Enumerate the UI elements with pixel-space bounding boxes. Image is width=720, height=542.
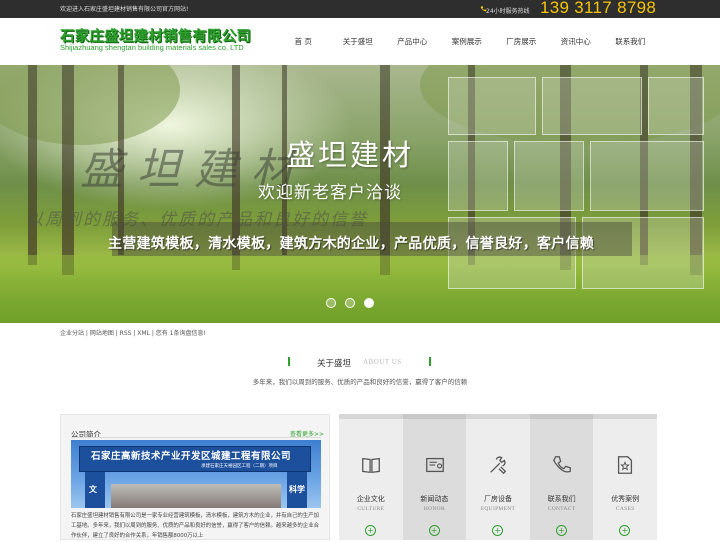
nav-home[interactable]: 首 页	[276, 18, 331, 65]
slider-dot[interactable]	[345, 298, 355, 308]
intro-text: 石家庄盛坦建材销售有限公司是一家专业经营建筑模板，清水模板，建筑方木的企业，并有…	[71, 513, 319, 540]
phone-icon	[552, 456, 571, 473]
feature-label-en: CULTURE	[357, 506, 385, 512]
company-intro: 公司简介 查看更多>> 石家庄高新技术产业开发区城建工程有限公司 承建石家庄天裕…	[60, 414, 330, 540]
column-strip	[339, 414, 403, 419]
main-nav: 首 页 关于盛坦 产品中心 案例展示 厂房展示 资讯中心 联系我们	[276, 18, 658, 65]
image-gate-small: 承建石家庄天裕园区工程（二期）项目	[201, 464, 278, 469]
banner-foliage	[0, 65, 180, 145]
photo-frame	[542, 77, 642, 135]
nav-cases[interactable]: 案例展示	[440, 18, 495, 65]
nav-contact[interactable]: 联系我们	[603, 18, 658, 65]
slider-dots	[326, 298, 374, 308]
feature-label-en: CONTACT	[547, 506, 576, 512]
nav-products[interactable]: 产品中心	[385, 18, 440, 65]
banner-title: 盛坦建材	[286, 138, 415, 172]
feature-label: 厂房设备	[483, 495, 512, 503]
feature-label: 新闻动态	[420, 495, 449, 503]
photo-frame	[514, 141, 584, 211]
image-pillar-text: 科学	[289, 485, 305, 494]
nav-about[interactable]: 关于盛坦	[331, 18, 386, 65]
heading-mark-left	[288, 357, 290, 366]
photo-frame	[648, 77, 704, 135]
banner-strip-text: 主营建筑模板，清水模板，建筑方木的企业，产品优质，信誉良好，客户信赖	[108, 236, 595, 252]
logo-english: Shijiazhuang shengtan building materials…	[60, 43, 244, 52]
top-bar: 欢迎进入石家庄盛坦建材销售有限公司官方网站! 24小时服务热线 139 3117…	[0, 0, 720, 18]
slider-dot-active[interactable]	[364, 298, 374, 308]
intro-image[interactable]: 石家庄高新技术产业开发区城建工程有限公司 承建石家庄天裕园区工程（二期）项目 文…	[71, 440, 321, 508]
heading-mark-right	[429, 357, 431, 366]
star-doc-icon	[618, 456, 633, 474]
about-heading: 关于盛坦 ABOUT US	[0, 355, 720, 371]
book-icon	[362, 457, 380, 474]
column-strip	[402, 414, 467, 419]
photo-frame	[448, 141, 508, 211]
about-description: 多年来，我们以周到的服务、优质的产品和良好的信誉，赢得了客户的信赖	[252, 378, 468, 386]
feature-panel: 企业文化 CULTURE + 新闻动态 HONOR + 厂房设备 EQUIPME…	[339, 414, 657, 540]
welcome-text: 欢迎进入石家庄盛坦建材销售有限公司官方网站!	[60, 6, 189, 13]
slider-dot[interactable]	[326, 298, 336, 308]
banner-tree	[28, 65, 37, 265]
tools-icon	[490, 456, 507, 475]
column-strip	[593, 414, 657, 419]
photo-frame	[590, 141, 704, 211]
plus-icon[interactable]: +	[365, 525, 376, 536]
intro-title: 公司简介	[71, 430, 101, 439]
photo-frame	[448, 77, 536, 135]
image-gate-text: 石家庄高新技术产业开发区城建工程有限公司	[91, 451, 292, 462]
feature-news[interactable]: 新闻动态 HONOR +	[402, 414, 467, 540]
site-links[interactable]: 企业分站 | 网站地图 | RSS | XML | 您有 1条询盘信息!	[60, 328, 206, 337]
nav-news[interactable]: 资讯中心	[549, 18, 604, 65]
about-title-en: ABOUT US	[363, 358, 402, 366]
header: 石家庄盛坦建材销售有限公司 Shijiazhuang shengtan buil…	[0, 18, 720, 65]
feature-label-en: EQUIPMENT	[480, 506, 516, 512]
divider	[71, 437, 321, 438]
image-people	[111, 484, 281, 508]
feature-label-en: CASES	[615, 506, 635, 512]
feature-label-en: HONOR	[423, 506, 445, 512]
banner-subtitle: 欢迎新老客户洽谈	[258, 183, 402, 203]
banner-tree	[62, 65, 74, 275]
feature-label: 优秀案例	[611, 495, 640, 503]
feature-culture[interactable]: 企业文化 CULTURE +	[339, 414, 403, 540]
column-strip	[529, 414, 594, 419]
feature-label: 企业文化	[356, 495, 385, 503]
image-pillar-text: 文	[89, 485, 97, 494]
column-strip	[466, 414, 530, 419]
plus-icon[interactable]: +	[619, 525, 631, 536]
plus-icon[interactable]: +	[555, 525, 567, 536]
about-title: 关于盛坦	[317, 359, 352, 369]
nav-factory[interactable]: 厂房展示	[494, 18, 549, 65]
plus-icon[interactable]: +	[492, 525, 504, 536]
feature-contact[interactable]: 联系我们 CONTACT +	[529, 414, 594, 540]
feature-cases[interactable]: 优秀案例 CASES +	[593, 414, 657, 540]
hotline-number[interactable]: 139 3117 8798	[540, 0, 656, 18]
banner-photo-frames	[440, 77, 710, 303]
plus-icon[interactable]: +	[428, 525, 440, 536]
hero-banner[interactable]: 盛坦建材 以周到的服务、优质的产品和良好的信誉 盛坦建材 欢迎新老客户洽谈 主营…	[0, 65, 720, 323]
hotline-label: 24小时服务热线	[486, 8, 530, 15]
feature-equipment[interactable]: 厂房设备 EQUIPMENT +	[466, 414, 530, 540]
certificate-icon	[425, 457, 444, 473]
feature-label: 联系我们	[547, 495, 576, 503]
